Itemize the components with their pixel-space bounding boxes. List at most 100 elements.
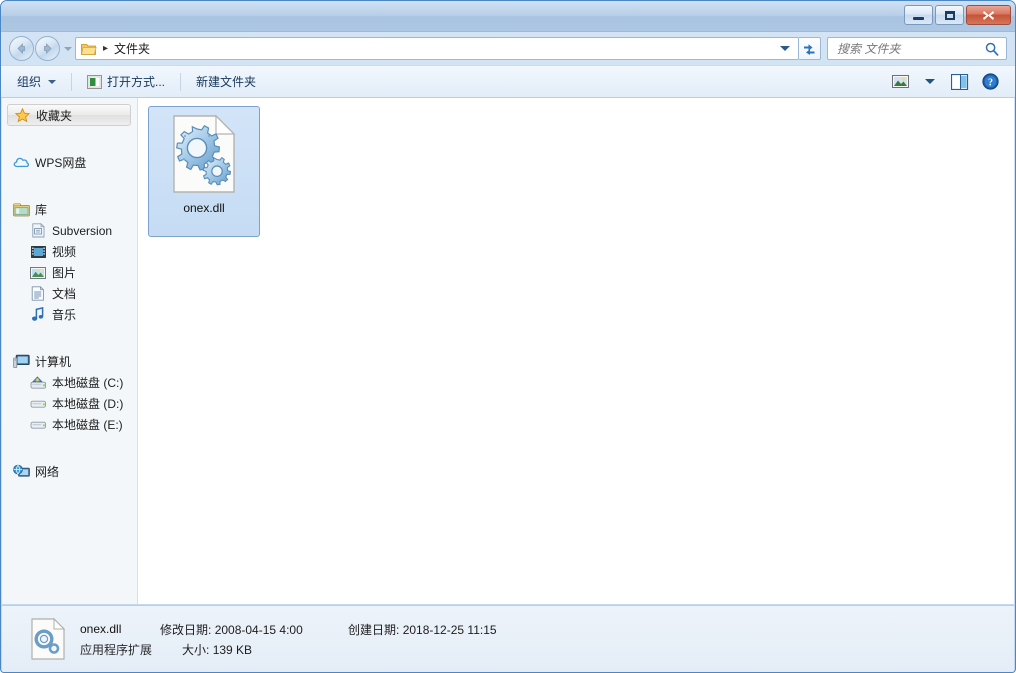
sidebar-label-music: 音乐: [52, 308, 77, 322]
back-button[interactable]: [9, 36, 34, 61]
change-view-button[interactable]: [886, 69, 914, 95]
navigation-buttons: [9, 36, 75, 61]
sidebar-item-videos[interactable]: 视频: [2, 241, 137, 262]
sidebar-item-computer[interactable]: 计算机: [2, 351, 137, 372]
details-file-name: onex.dll: [80, 622, 122, 636]
sidebar-label-videos: 视频: [52, 245, 77, 259]
file-list-view[interactable]: onex.dll: [138, 98, 1014, 604]
toolbar-separator: [71, 72, 73, 91]
details-row-bottom: 应用程序扩展 大小: 139 KB: [80, 641, 497, 658]
command-toolbar: 组织 打开方式... 新建文件夹 ?: [1, 65, 1015, 98]
search-box[interactable]: 搜索 文件夹: [827, 37, 1007, 60]
details-created-label: 创建日期:: [348, 622, 400, 637]
folder-icon: [81, 42, 97, 56]
sidebar-label-pictures: 图片: [52, 266, 77, 280]
sidebar-item-network[interactable]: 网络: [2, 461, 137, 482]
address-bar-row: ▸ 文件夹 搜索 文件夹: [1, 32, 1015, 65]
forward-arrow-icon: [44, 43, 52, 54]
back-arrow-icon: [17, 43, 25, 54]
sidebar-item-libraries[interactable]: 库: [2, 199, 137, 220]
sidebar-item-wps-cloud[interactable]: WPS网盘: [2, 152, 137, 173]
details-size: 大小: 139 KB: [182, 641, 252, 658]
details-size-value: 139 KB: [212, 642, 253, 657]
preview-pane-icon: [951, 73, 969, 90]
sidebar-label-subversion: Subversion: [52, 223, 113, 238]
close-button[interactable]: [966, 5, 1011, 25]
preview-pane-button[interactable]: [946, 69, 974, 95]
star-icon: [13, 107, 31, 123]
sidebar-label-drive-d: 本地磁盘 (D:): [52, 397, 124, 411]
address-breadcrumb-bar[interactable]: ▸ 文件夹: [75, 37, 799, 60]
sidebar-item-subversion[interactable]: Subversion: [2, 220, 137, 241]
sidebar-item-favorites[interactable]: 收藏夹: [7, 104, 131, 126]
sidebar-label-computer: 计算机: [35, 355, 72, 369]
computer-icon: [12, 354, 30, 369]
sidebar-item-pictures[interactable]: 图片: [2, 262, 137, 283]
title-bar: [1, 1, 1015, 32]
sidebar-label-wps-cloud: WPS网盘: [35, 156, 87, 170]
details-created: 创建日期: 2018-12-25 11:15: [348, 621, 497, 638]
explorer-window: ▸ 文件夹 搜索 文件夹 组织 打开方式... 新建文件夹 ? 收藏夹 WPS网…: [0, 0, 1016, 673]
details-text-block: onex.dll 修改日期: 2008-04-15 4:00 创建日期: 201…: [80, 621, 497, 658]
documents-icon: [29, 286, 47, 301]
organize-button[interactable]: 组织: [7, 68, 66, 95]
cloud-icon: [12, 156, 30, 169]
toolbar-separator: [180, 72, 182, 91]
window-controls: [904, 5, 1011, 25]
music-icon: [29, 307, 47, 322]
sidebar-item-music[interactable]: 音乐: [2, 304, 137, 325]
sidebar-label-documents: 文档: [52, 287, 77, 301]
help-button[interactable]: ?: [976, 69, 1004, 95]
drive-icon: [29, 419, 47, 431]
forward-button[interactable]: [35, 36, 60, 61]
toolbar-right-group: ?: [886, 69, 1009, 95]
navigation-pane: 收藏夹 WPS网盘 库 Subversion 视频 图片 文档 音乐 计算机 本…: [2, 98, 138, 604]
sidebar-item-documents[interactable]: 文档: [2, 283, 137, 304]
new-folder-button[interactable]: 新建文件夹: [186, 68, 266, 95]
details-modified-label: 修改日期:: [160, 622, 212, 637]
dll-icon-small: [30, 618, 66, 660]
details-size-label: 大小:: [182, 642, 210, 657]
dll-icon: [171, 114, 237, 197]
sidebar-label-drive-e: 本地磁盘 (E:): [52, 418, 123, 432]
refresh-icon: [804, 43, 815, 55]
details-created-value: 2018-12-25 11:15: [402, 622, 497, 637]
minimize-button[interactable]: [904, 5, 933, 25]
system-drive-icon: [29, 375, 47, 390]
maximize-button[interactable]: [935, 5, 964, 25]
svg-text:?: ?: [988, 77, 993, 88]
sidebar-item-drive-e[interactable]: 本地磁盘 (E:): [2, 414, 137, 435]
chevron-down-icon: [925, 79, 935, 84]
organize-label: 组织: [17, 75, 42, 89]
drive-icon: [29, 398, 47, 410]
pictures-icon: [29, 266, 47, 280]
search-input[interactable]: 搜索 文件夹: [828, 40, 985, 57]
details-modified-value: 2008-04-15 4:00: [214, 622, 303, 637]
sidebar-label-network: 网络: [35, 465, 60, 479]
chevron-down-icon: [64, 46, 72, 51]
sidebar-label-libraries: 库: [35, 203, 48, 217]
library-icon: [12, 202, 30, 217]
address-dropdown-button[interactable]: [780, 46, 790, 51]
open-with-label: 打开方式...: [107, 75, 166, 89]
open-with-button[interactable]: 打开方式...: [77, 68, 175, 95]
breadcrumb-current-folder[interactable]: 文件夹: [114, 40, 150, 57]
sidebar-label-favorites: 收藏夹: [36, 108, 73, 123]
sidebar-item-drive-c[interactable]: 本地磁盘 (C:): [2, 372, 137, 393]
view-dropdown-button[interactable]: [916, 69, 944, 95]
close-icon: [967, 6, 1010, 24]
details-pane: onex.dll 修改日期: 2008-04-15 4:00 创建日期: 201…: [2, 605, 1014, 672]
file-item-onex-dll[interactable]: onex.dll: [148, 106, 260, 237]
maximize-icon: [936, 6, 963, 24]
sidebar-item-drive-d[interactable]: 本地磁盘 (D:): [2, 393, 137, 414]
refresh-button[interactable]: [799, 37, 821, 60]
recent-locations-button[interactable]: [61, 46, 75, 51]
subversion-icon: [29, 223, 47, 238]
search-icon: [985, 42, 999, 56]
